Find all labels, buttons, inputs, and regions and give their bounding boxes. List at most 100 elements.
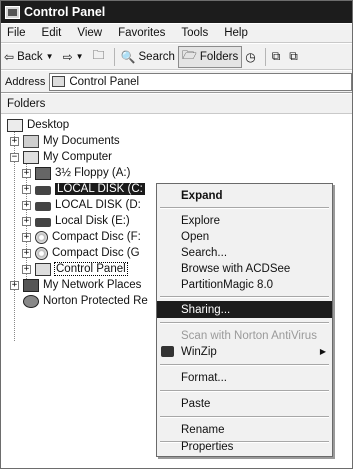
expand-toggle[interactable]: + (22, 248, 31, 258)
menu-separator (160, 416, 329, 418)
folders-pane-header: Folders (1, 94, 352, 114)
up-folder-icon: 🗀 (92, 48, 105, 62)
folders-label: Folders (199, 50, 239, 63)
tree-item-my-documents[interactable]: + My Documents (10, 133, 120, 149)
menu-item-browse-acdsee[interactable]: Browse with ACDSee (157, 260, 332, 277)
winzip-icon (161, 346, 174, 357)
back-label: Back (17, 50, 43, 63)
menu-separator (160, 322, 329, 324)
expand-toggle[interactable]: + (22, 264, 31, 274)
menu-item-search[interactable]: Search... (157, 244, 332, 261)
menu-separator (160, 296, 329, 298)
menu-item-explore[interactable]: Explore (157, 212, 332, 229)
toolbar-separator (113, 47, 115, 66)
title-bar[interactable]: Control Panel (1, 1, 352, 23)
copy-to-icon: ⧉ (289, 49, 298, 63)
forward-button[interactable]: ⇨ ▼ (60, 46, 90, 68)
expand-toggle[interactable]: + (22, 200, 31, 210)
move-to-icon: ⧉ (271, 49, 281, 63)
tree-item-my-network-places[interactable]: + My Network Places (10, 277, 141, 293)
tree-item-local-disk-d[interactable]: + LOCAL DISK (D: (22, 197, 141, 213)
history-icon: ◷ (245, 49, 256, 64)
control-panel-icon (52, 76, 66, 87)
tree-item-label: 3½ Floppy (A:) (55, 167, 131, 179)
menu-separator (160, 207, 329, 209)
expand-toggle[interactable]: + (10, 136, 19, 146)
address-input[interactable]: Control Panel (49, 72, 352, 91)
tree-item-control-panel[interactable]: + Control Panel (22, 261, 128, 277)
control-panel-icon (5, 5, 20, 19)
expand-toggle[interactable]: + (22, 168, 31, 178)
expand-toggle[interactable]: + (22, 216, 31, 226)
history-button[interactable]: ◷ (242, 46, 261, 68)
desktop-icon (7, 118, 23, 132)
menu-favorites[interactable]: Favorites (110, 27, 173, 39)
tree-item-label: Local Disk (E:) (55, 215, 130, 227)
tree-item-norton-protected[interactable]: Norton Protected Re (23, 293, 148, 309)
tree-item-local-disk-c[interactable]: + LOCAL DISK (C: (22, 181, 145, 197)
cd-drive-icon (35, 230, 48, 244)
menu-tools[interactable]: Tools (173, 27, 216, 39)
search-button[interactable]: 🔍 Search (118, 46, 178, 68)
menu-item-open[interactable]: Open (157, 228, 332, 245)
menu-bar: File Edit View Favorites Tools Help (1, 24, 352, 43)
menu-item-label: WinZip (181, 345, 217, 358)
chevron-down-icon[interactable]: ▼ (76, 52, 84, 61)
norton-recycle-bin-icon (23, 294, 39, 308)
expand-toggle[interactable]: + (10, 280, 19, 290)
menu-item-paste[interactable]: Paste (157, 395, 332, 412)
menu-item-scan-norton[interactable]: Scan with Norton AntiVirus (157, 327, 332, 344)
tree-item-desktop[interactable]: Desktop (7, 117, 69, 133)
toolbar-separator (264, 47, 266, 66)
menu-item-format[interactable]: Format... (157, 369, 332, 386)
tree-item-compact-disc-g[interactable]: + Compact Disc (G (22, 245, 140, 261)
menu-item-rename[interactable]: Rename (157, 421, 332, 438)
tree-item-label: Desktop (27, 119, 70, 131)
menu-file[interactable]: File (1, 27, 34, 39)
tree-item-label: Control Panel (54, 262, 128, 276)
tree-item-my-computer[interactable]: − My Computer (10, 149, 112, 165)
cd-drive-icon (35, 246, 48, 260)
copy-to-button[interactable]: ⧉ (286, 46, 304, 68)
hard-drive-icon (35, 217, 51, 227)
expand-toggle[interactable]: + (22, 232, 31, 242)
search-icon: 🔍 (120, 49, 136, 64)
folders-button[interactable]: 🗁 Folders (177, 45, 243, 68)
move-to-button[interactable]: ⧉ (269, 46, 287, 68)
tree-item-label: My Documents (43, 135, 120, 147)
menu-item-winzip[interactable]: WinZip ▶ (157, 343, 332, 360)
chevron-down-icon[interactable]: ▼ (46, 52, 54, 61)
up-folder-button[interactable]: 🗀 (90, 46, 111, 68)
tree-item-compact-disc-f[interactable]: + Compact Disc (F: (22, 229, 141, 245)
back-button[interactable]: ⇦ Back ▼ (1, 46, 60, 68)
folders-icon: 🗁 (181, 48, 197, 62)
toolbar: ⇦ Back ▼ ⇨ ▼ 🗀 🔍 Search 🗁 Folders ◷ ⧉ ⧉ (1, 44, 352, 70)
address-bar: Address Control Panel (1, 71, 352, 93)
forward-arrow-icon: ⇨ (62, 49, 73, 64)
menu-item-partition-magic[interactable]: PartitionMagic 8.0 (157, 276, 332, 293)
tree-item-label: My Network Places (43, 279, 142, 291)
window-title: Control Panel (24, 5, 106, 19)
tree-item-label: Norton Protected Re (43, 295, 148, 307)
menu-separator (160, 390, 329, 392)
tree-item-floppy[interactable]: + 3½ Floppy (A:) (22, 165, 130, 181)
tree-item-local-disk-e[interactable]: + Local Disk (E:) (22, 213, 130, 229)
menu-edit[interactable]: Edit (34, 27, 70, 39)
menu-item-sharing[interactable]: Sharing... (157, 301, 332, 318)
back-arrow-icon: ⇦ (4, 49, 15, 64)
tree-item-label: LOCAL DISK (C: (55, 183, 145, 195)
computer-icon (23, 150, 39, 164)
hard-drive-icon (35, 185, 51, 195)
menu-help[interactable]: Help (216, 27, 256, 39)
menu-item-properties[interactable]: Properties (157, 439, 332, 455)
expand-toggle[interactable]: + (22, 184, 31, 194)
control-panel-window: Control Panel File Edit View Favorites T… (0, 0, 353, 469)
tree-item-label: My Computer (43, 151, 113, 163)
address-label: Address (5, 75, 46, 88)
menu-separator (160, 364, 329, 366)
menu-view[interactable]: View (69, 27, 110, 39)
menu-item-expand[interactable]: Expand (157, 187, 332, 204)
submenu-arrow-icon: ▶ (319, 347, 326, 356)
collapse-toggle[interactable]: − (10, 152, 19, 162)
search-label: Search (138, 50, 175, 63)
